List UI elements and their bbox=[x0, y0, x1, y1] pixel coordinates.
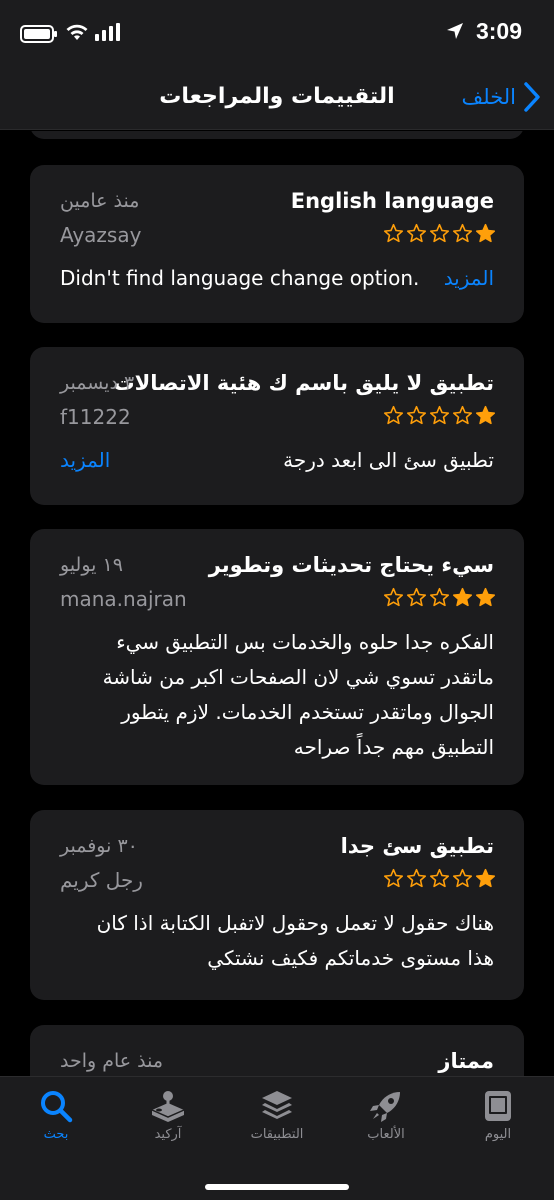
status-time: 3:09 bbox=[475, 18, 522, 44]
review-card[interactable]: ممتاز منذ عام واحد bbox=[30, 1025, 524, 1076]
review-title: ممتاز bbox=[438, 1049, 494, 1073]
star-empty-icon bbox=[406, 223, 427, 243]
star-empty-icon bbox=[383, 405, 404, 425]
review-card[interactable]: تطبيق لا يليق باسم ك هئية الاتصالات ٣ دي… bbox=[30, 347, 524, 505]
star-empty-icon bbox=[406, 587, 427, 607]
star-filled-icon bbox=[475, 868, 496, 888]
battery-icon bbox=[20, 25, 57, 43]
star-rating bbox=[383, 868, 496, 889]
review-author: f11222 bbox=[60, 405, 131, 429]
star-empty-icon bbox=[383, 223, 404, 243]
tab-today[interactable]: اليوم bbox=[448, 1089, 548, 1142]
tab-label: الألعاب bbox=[367, 1127, 405, 1142]
tab-games[interactable]: الألعاب bbox=[336, 1089, 436, 1142]
review-card-partial bbox=[30, 131, 524, 139]
star-empty-icon bbox=[429, 587, 450, 607]
chevron-right-icon bbox=[524, 82, 540, 112]
rocket-icon bbox=[370, 1092, 400, 1122]
tab-search[interactable]: بحث bbox=[6, 1089, 106, 1142]
star-empty-icon bbox=[452, 405, 473, 425]
wifi-icon bbox=[66, 24, 88, 40]
review-title: English language bbox=[290, 189, 494, 213]
review-date: ١٩ يوليو bbox=[60, 554, 123, 576]
star-rating bbox=[383, 587, 496, 608]
back-button[interactable]: الخلف bbox=[462, 82, 540, 112]
review-author: Ayazsay bbox=[60, 223, 142, 247]
apps-stack-icon bbox=[262, 1091, 292, 1119]
review-title: تطبيق لا يليق باسم ك هئية الاتصالات bbox=[113, 371, 495, 395]
today-icon bbox=[485, 1091, 511, 1121]
home-indicator bbox=[205, 1184, 349, 1190]
review-title: سيء يحتاج تحديثات وتطوير bbox=[208, 553, 494, 577]
star-filled-icon bbox=[475, 223, 496, 243]
star-empty-icon bbox=[429, 405, 450, 425]
tab-label: التطبيقات bbox=[250, 1127, 304, 1142]
star-filled-icon bbox=[475, 587, 496, 607]
tab-label: اليوم bbox=[484, 1127, 512, 1142]
review-body: هناك حقول لا تعمل وحقول لاتفبل الكتابة ا… bbox=[96, 911, 494, 970]
review-date: منذ عامين bbox=[60, 190, 140, 212]
reviews-list[interactable]: English language منذ عامين Ayazsay Didn'… bbox=[0, 131, 554, 1076]
star-empty-icon bbox=[452, 223, 473, 243]
star-filled-icon bbox=[452, 587, 473, 607]
review-date: منذ عام واحد bbox=[60, 1050, 164, 1072]
star-empty-icon bbox=[429, 223, 450, 243]
back-label: الخلف bbox=[461, 85, 516, 109]
status-bar: 3:09 bbox=[0, 0, 554, 70]
review-date: ٣٠ نوفمبر bbox=[60, 835, 138, 857]
review-body: تطبيق سئ الى ابعد درجة bbox=[283, 448, 494, 472]
star-empty-icon bbox=[406, 868, 427, 888]
location-arrow-icon bbox=[447, 23, 463, 39]
tab-label: آركيد bbox=[154, 1127, 182, 1142]
star-empty-icon bbox=[406, 405, 427, 425]
star-rating bbox=[383, 223, 496, 244]
arcade-joystick-icon bbox=[151, 1091, 185, 1122]
tab-label: بحث bbox=[43, 1127, 69, 1142]
review-author: mana.najran bbox=[60, 587, 187, 611]
review-date: ٣ ديسمبر bbox=[60, 372, 135, 394]
review-card[interactable]: تطبيق سئ جدا ٣٠ نوفمبر رجل كريم هناك حقو… bbox=[30, 810, 524, 1000]
star-empty-icon bbox=[383, 868, 404, 888]
review-body: Didn't find language change option. bbox=[60, 266, 420, 290]
star-empty-icon bbox=[383, 587, 404, 607]
review-title: تطبيق سئ جدا bbox=[340, 834, 494, 858]
review-card[interactable]: سيء يحتاج تحديثات وتطوير ١٩ يوليو mana.n… bbox=[30, 529, 524, 785]
star-empty-icon bbox=[452, 868, 473, 888]
cellular-signal-icon bbox=[95, 23, 120, 41]
review-body: الفكره جدا حلوه والخدمات بس التطبيق سيء … bbox=[102, 630, 494, 759]
more-link[interactable]: المزيد bbox=[60, 448, 110, 472]
tab-arcade[interactable]: آركيد bbox=[118, 1089, 218, 1142]
more-link[interactable]: المزيد bbox=[444, 266, 494, 290]
search-icon bbox=[41, 1091, 73, 1123]
review-author: رجل كريم bbox=[60, 868, 143, 892]
star-empty-icon bbox=[429, 868, 450, 888]
star-rating bbox=[383, 405, 496, 426]
star-filled-icon bbox=[475, 405, 496, 425]
tab-apps[interactable]: التطبيقات bbox=[227, 1089, 327, 1142]
tab-bar: اليوم الألعاب التطبيقات آركيد بحث bbox=[0, 1076, 554, 1200]
review-card[interactable]: English language منذ عامين Ayazsay Didn'… bbox=[30, 165, 524, 323]
nav-bar: التقييمات والمراجعات الخلف bbox=[0, 70, 554, 130]
